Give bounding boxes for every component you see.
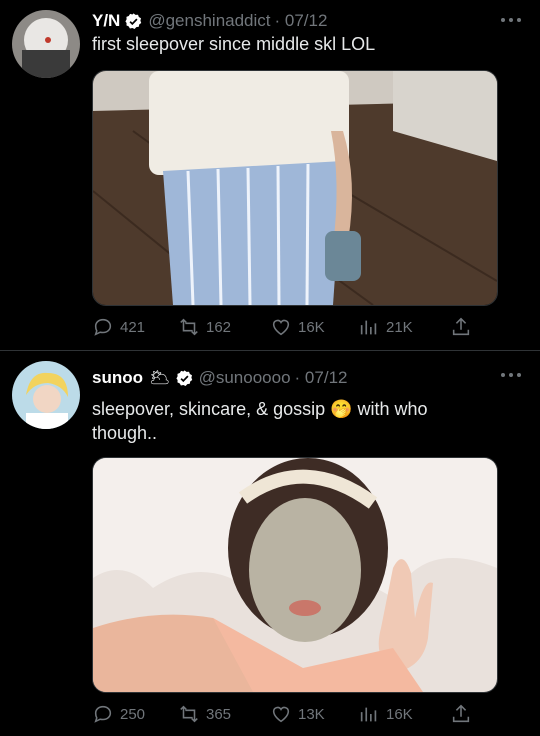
- verified-badge-icon: [125, 12, 142, 30]
- reply-count: 421: [120, 318, 146, 336]
- retweet-count: 365: [206, 705, 232, 723]
- handle[interactable]: @genshinaddict: [148, 11, 270, 31]
- heart-icon: [272, 319, 290, 336]
- tweet-actions: 250 365 13K 16K: [92, 703, 482, 727]
- tweet-header: sunoo 🌥 @sunooooo · 07/12: [92, 368, 347, 388]
- share-icon: [452, 704, 470, 723]
- like-button[interactable]: 16K: [270, 316, 325, 338]
- retweet-icon: [180, 705, 198, 723]
- tweet-text: first sleepover since middle skl LOL: [92, 34, 376, 54]
- display-name[interactable]: sunoo: [92, 368, 143, 388]
- views-count: 21K: [386, 318, 413, 336]
- retweet-icon: [180, 318, 198, 336]
- name-emoji: 🌥: [149, 368, 171, 387]
- share-button[interactable]: [450, 316, 472, 338]
- avatar[interactable]: [12, 10, 80, 78]
- tweet-date[interactable]: · 07/12: [275, 11, 328, 31]
- views-count: 16K: [386, 705, 413, 723]
- avatar[interactable]: [12, 361, 80, 429]
- reply-count: 250: [120, 705, 146, 723]
- views-button[interactable]: 21K: [358, 316, 413, 338]
- tweet-date[interactable]: · 07/12: [295, 368, 348, 388]
- more-icon[interactable]: [500, 371, 522, 379]
- handle[interactable]: @sunooooo: [199, 368, 291, 388]
- tweet-text: sleepover, skincare, & gossip 🤭 with who…: [92, 399, 428, 443]
- heart-icon: [272, 706, 290, 723]
- share-button[interactable]: [450, 703, 472, 725]
- retweet-button[interactable]: 365: [178, 703, 231, 725]
- retweet-button[interactable]: 162: [178, 316, 231, 338]
- like-count: 13K: [298, 705, 325, 723]
- tweet-header: Y/N @genshinaddict · 07/12: [92, 11, 327, 31]
- like-count: 16K: [298, 318, 325, 336]
- like-button[interactable]: 13K: [270, 703, 325, 725]
- views-icon: [360, 707, 377, 722]
- reply-icon: [94, 705, 112, 723]
- retweet-count: 162: [206, 318, 232, 336]
- tweet-photo[interactable]: [92, 457, 498, 693]
- reply-button[interactable]: 421: [92, 316, 145, 338]
- more-icon[interactable]: [500, 16, 522, 24]
- tweet-photo[interactable]: [92, 70, 498, 306]
- display-name[interactable]: Y/N: [92, 11, 120, 31]
- verified-badge-icon: [176, 369, 193, 387]
- tweet-actions: 421 162 16K 21K: [92, 316, 482, 340]
- tweet-1[interactable]: Y/N @genshinaddict · 07/12 first sleepov…: [0, 0, 540, 350]
- tweet-2[interactable]: sunoo 🌥 @sunooooo · 07/12 sleepover, ski…: [0, 351, 540, 736]
- reply-icon: [94, 318, 112, 336]
- reply-button[interactable]: 250: [92, 703, 145, 725]
- share-icon: [452, 317, 470, 336]
- views-button[interactable]: 16K: [358, 703, 413, 725]
- views-icon: [360, 320, 377, 335]
